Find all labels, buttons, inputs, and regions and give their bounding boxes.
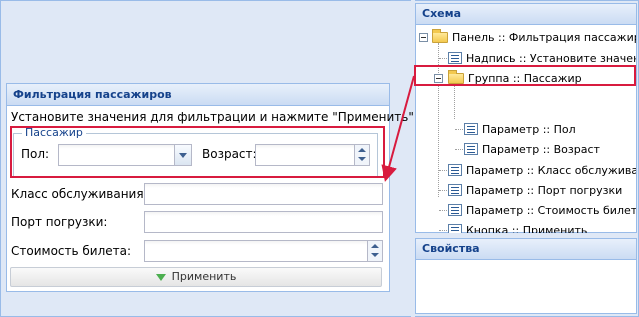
- class-input[interactable]: [144, 183, 383, 205]
- tree-node-label: Панель :: Фильтрация пассажиров: [452, 31, 636, 44]
- schema-panel: Схема Панель :: Фильтрация пассажиров На…: [415, 3, 637, 233]
- highlight-frame-tree-group: [414, 65, 636, 86]
- spin-up-icon[interactable]: [371, 244, 379, 248]
- triangle-down-icon: [155, 273, 166, 281]
- spin-down-icon[interactable]: [371, 253, 379, 257]
- schema-title: Схема: [416, 4, 636, 25]
- spinner-arrows-icon[interactable]: [367, 241, 382, 261]
- apply-button[interactable]: Применить: [10, 267, 382, 287]
- tree-node-label: Параметр :: Класс обслуживания: [466, 164, 636, 177]
- tree-node-label: Кнопка :: Применить: [466, 224, 588, 233]
- tree-node-label: Параметр :: Пол: [482, 123, 576, 136]
- tree-connector: [439, 230, 447, 231]
- param-icon: [448, 204, 462, 216]
- tree-connector: [439, 190, 447, 191]
- fare-label: Стоимость билета:: [11, 244, 132, 258]
- tree-connector: [439, 210, 447, 211]
- tree-connector: [439, 170, 447, 171]
- folder-icon: [432, 29, 448, 43]
- tree-node-label: Параметр :: Порт погрузки: [466, 184, 623, 197]
- label-widget-icon: [448, 52, 462, 64]
- highlight-frame-group: [10, 126, 385, 178]
- param-icon: [448, 164, 462, 176]
- tree-connector: [455, 149, 463, 150]
- param-icon: [448, 184, 462, 196]
- filter-panel: Фильтрация пассажиров Установите значени…: [6, 83, 414, 292]
- class-label: Класс обслуживания:: [11, 187, 148, 201]
- properties-title: Свойства: [416, 239, 636, 260]
- port-input[interactable]: [144, 211, 383, 233]
- param-icon: [464, 143, 478, 155]
- tree-connector: [439, 58, 447, 59]
- tree-node-label: Параметр :: Стоимость билета: [466, 204, 636, 217]
- param-icon: [464, 123, 478, 135]
- apply-button-label: Применить: [171, 270, 237, 283]
- collapse-icon[interactable]: [419, 33, 428, 42]
- properties-panel: Свойства: [415, 238, 637, 314]
- schema-tree: Панель :: Фильтрация пассажиров Надпись …: [416, 25, 636, 233]
- tree-connector: [455, 129, 463, 130]
- instruction-text: Установите значения для фильтрации и наж…: [11, 110, 414, 124]
- filter-panel-title: Фильтрация пассажиров: [7, 84, 389, 106]
- port-label: Порт погрузки:: [11, 215, 108, 229]
- tree-node-label: Параметр :: Возраст: [482, 143, 600, 156]
- button-widget-icon: [448, 224, 462, 233]
- fare-spinner[interactable]: [144, 240, 383, 262]
